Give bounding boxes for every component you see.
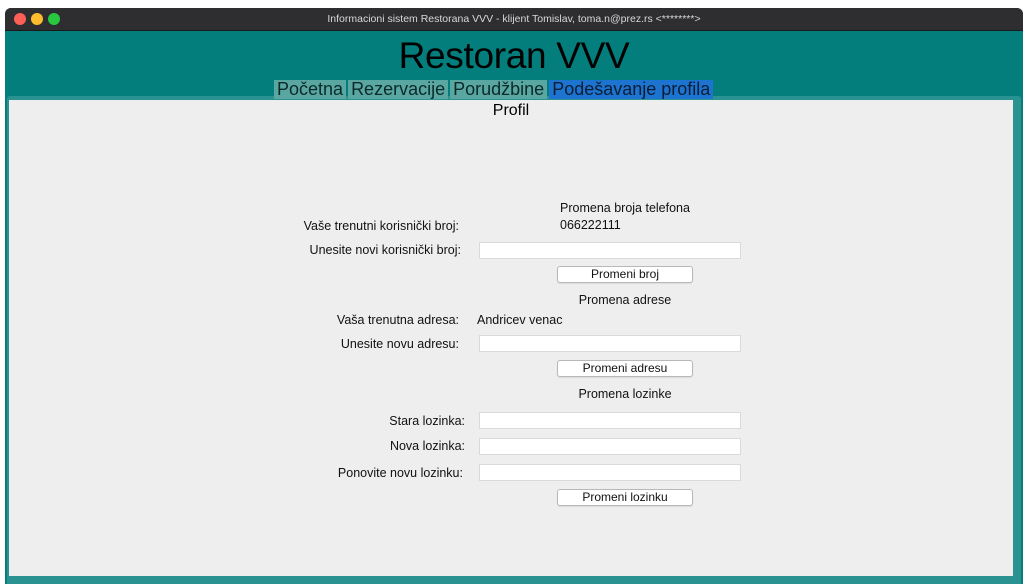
- tab-rezervacije[interactable]: Rezervacije: [348, 80, 449, 99]
- new-password-input[interactable]: [479, 438, 741, 455]
- old-password-input[interactable]: [479, 412, 741, 429]
- repeat-password-input[interactable]: [479, 464, 741, 481]
- phone-section-title: Promena broja telefona: [560, 201, 690, 215]
- address-section-title: Promena adrese: [578, 293, 672, 307]
- new-phone-input[interactable]: [479, 242, 741, 259]
- new-phone-label: Unesite novi korisnički broj:: [309, 243, 461, 257]
- change-address-button[interactable]: Promeni adresu: [557, 360, 693, 377]
- repeat-password-label: Ponovite novu lozinku:: [337, 466, 463, 480]
- tab-pocetna[interactable]: Početna: [274, 80, 347, 99]
- old-password-label: Stara lozinka:: [389, 414, 465, 428]
- profile-panel: Profil Promena broja telefona Vaše trenu…: [9, 100, 1013, 576]
- change-password-button[interactable]: Promeni lozinku: [557, 489, 693, 506]
- current-address-label: Vaša trenutna adresa:: [336, 313, 459, 327]
- page-title: Profil: [492, 102, 530, 119]
- change-phone-button[interactable]: Promeni broj: [557, 266, 693, 283]
- new-password-label: Nova lozinka:: [389, 439, 465, 453]
- current-address-value: Andricev venac: [477, 313, 563, 327]
- tab-porudzbine[interactable]: Porudžbine: [450, 80, 548, 99]
- tab-bar: Početna Rezervacije Porudžbine Podešavan…: [274, 80, 714, 99]
- current-phone-label: Vaše trenutni korisnički broj:: [303, 219, 459, 233]
- title-bar[interactable]: Informacioni sistem Restorana VVV - klij…: [5, 8, 1023, 31]
- new-address-label: Unesite novu adresu:: [340, 337, 459, 351]
- password-section-title: Promena lozinke: [578, 387, 672, 401]
- new-address-input[interactable]: [479, 335, 741, 352]
- tab-podesavanje-profila[interactable]: Podešavanje profila: [549, 80, 714, 99]
- window-title: Informacioni sistem Restorana VVV - klij…: [327, 13, 701, 25]
- current-phone-value: 066222111: [560, 218, 621, 232]
- app-title: Restoran VVV: [398, 35, 630, 76]
